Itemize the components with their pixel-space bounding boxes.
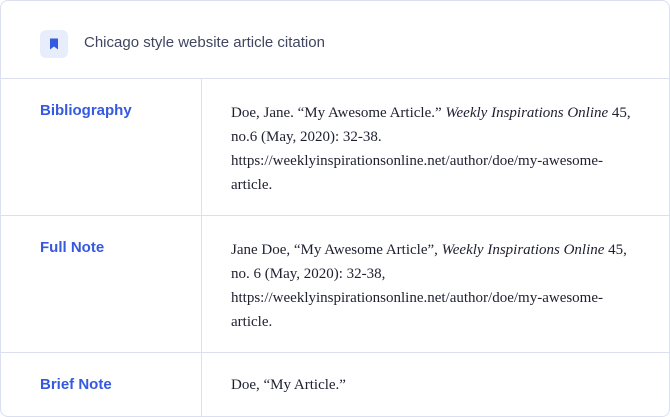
citation-text-start: Doe, “My Article.”: [231, 377, 346, 393]
citation-row-bibliography: Bibliography Doe, Jane. “My Awesome Arti…: [1, 79, 669, 216]
citation-text[interactable]: Doe, “My Article.”: [231, 373, 641, 397]
row-label: Full Note: [40, 239, 105, 256]
citation-text[interactable]: Doe, Jane. “My Awesome Article.” Weekly …: [231, 101, 641, 197]
row-label: Bibliography: [40, 102, 132, 119]
citation-text-start: Jane Doe, “My Awesome Article”,: [231, 242, 442, 258]
publication-name: Weekly Inspirations Online: [445, 105, 609, 121]
citation-text[interactable]: Jane Doe, “My Awesome Article”, Weekly I…: [231, 238, 641, 334]
row-label: Brief Note: [40, 376, 112, 393]
bookmark-icon: [40, 30, 68, 58]
citation-card: Chicago style website article citation B…: [0, 0, 670, 417]
citation-row-brief-note: Brief Note Doe, “My Article.”: [1, 353, 669, 416]
citation-text-start: Doe, Jane. “My Awesome Article.”: [231, 105, 446, 121]
citation-row-full-note: Full Note Jane Doe, “My Awesome Article”…: [1, 216, 669, 353]
publication-name: Weekly Inspirations Online: [441, 242, 605, 258]
card-title: Chicago style website article citation: [84, 34, 325, 51]
card-header: Chicago style website article citation: [1, 1, 669, 79]
